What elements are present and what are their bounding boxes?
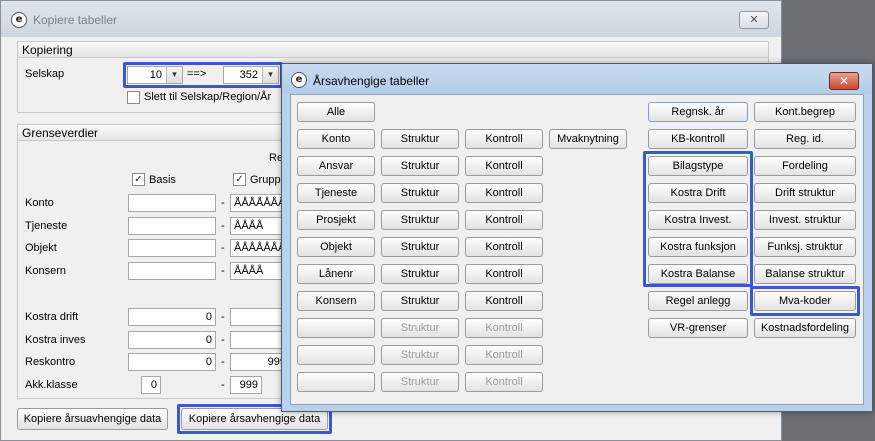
struktur-button-disabled[interactable]: Struktur xyxy=(381,372,459,392)
range-dash: - xyxy=(221,311,225,323)
alle-button[interactable]: Alle xyxy=(297,102,375,122)
slett-label: Slett til Selskap/Region/År xyxy=(144,91,272,103)
konto-struktur-button[interactable]: Struktur xyxy=(381,129,459,149)
reskontro-label: Reskontro xyxy=(25,356,76,368)
regnsk-ar-button[interactable]: Regnsk. år xyxy=(648,102,748,122)
dialog-title: Årsavhengige tabeller xyxy=(313,74,430,88)
window-close-button[interactable]: ✕ xyxy=(739,11,769,29)
funksj-struktur-button[interactable]: Funksj. struktur xyxy=(754,237,856,257)
app-logo-icon: e xyxy=(11,12,27,28)
invest-struktur-button[interactable]: Invest. struktur xyxy=(754,210,856,230)
tjeneste-struktur-button[interactable]: Struktur xyxy=(381,183,459,203)
konto-from-field[interactable] xyxy=(128,194,216,212)
drift-struktur-button[interactable]: Drift struktur xyxy=(754,183,856,203)
basis-label: Basis xyxy=(149,174,176,186)
akk-klasse-label: Akk.klasse xyxy=(25,379,78,391)
kostra-group-highlight xyxy=(643,151,753,287)
dialog-titlebar: e Årsavhengige tabeller ✕ xyxy=(282,64,872,94)
empty-button[interactable] xyxy=(297,318,375,338)
mvaknytning-button[interactable]: Mvaknytning xyxy=(549,129,627,149)
objekt-button[interactable]: Objekt xyxy=(297,237,375,257)
year-dependent-tables-dialog: e Årsavhengige tabeller ✕ Alle Konto Str… xyxy=(281,63,873,412)
basis-checkbox[interactable]: ✓ xyxy=(132,173,145,186)
objekt-struktur-button[interactable]: Struktur xyxy=(381,237,459,257)
empty-button[interactable] xyxy=(297,345,375,365)
kostra-inves-from-field[interactable]: 0 xyxy=(128,331,216,349)
prosjekt-struktur-button[interactable]: Struktur xyxy=(381,210,459,230)
kopiering-header: Kopiering xyxy=(17,41,769,58)
balanse-struktur-button[interactable]: Balanse struktur xyxy=(754,264,856,284)
lanenr-button[interactable]: Lånenr xyxy=(297,264,375,284)
company-selection-highlight xyxy=(123,62,283,88)
kontroll-button-disabled[interactable]: Kontroll xyxy=(465,318,543,338)
mva-koder-highlight xyxy=(750,286,860,316)
reg-id-button[interactable]: Reg. id. xyxy=(754,129,856,149)
prosjekt-button[interactable]: Prosjekt xyxy=(297,210,375,230)
objekt-kontroll-button[interactable]: Kontroll xyxy=(465,237,543,257)
tjeneste-label: Tjeneste xyxy=(25,220,68,232)
range-dash: - xyxy=(221,242,225,254)
kont-begrep-button[interactable]: Kont.begrep xyxy=(754,102,856,122)
range-dash: - xyxy=(221,379,225,391)
ansvar-button[interactable]: Ansvar xyxy=(297,156,375,176)
empty-button[interactable] xyxy=(297,372,375,392)
selskap-label: Selskap xyxy=(25,68,65,80)
akk-klasse-from-field[interactable]: 0 xyxy=(141,376,161,394)
fordeling-button[interactable]: Fordeling xyxy=(754,156,856,176)
range-dash: - xyxy=(221,356,225,368)
app-logo-icon: e xyxy=(291,72,307,88)
objekt-label: Objekt xyxy=(25,242,57,254)
dialog-close-button[interactable]: ✕ xyxy=(829,72,859,90)
gruppe-checkbox[interactable]: ✓ xyxy=(233,173,246,186)
dialog-body: Alle Konto Struktur Kontroll Mvaknytning… xyxy=(290,94,864,405)
objekt-from-field[interactable] xyxy=(128,239,216,257)
window-titlebar: e Kopiere tabeller ✕ xyxy=(1,1,781,37)
window-title: Kopiere tabeller xyxy=(33,13,118,27)
akk-klasse-to-field[interactable]: 999 xyxy=(230,376,262,394)
regel-anlegg-button[interactable]: Regel anlegg xyxy=(648,291,748,311)
struktur-button-disabled[interactable]: Struktur xyxy=(381,318,459,338)
kb-kontroll-button[interactable]: KB-kontroll xyxy=(648,129,748,149)
kontroll-button-disabled[interactable]: Kontroll xyxy=(465,345,543,365)
kostra-inves-label: Kostra inves xyxy=(25,334,86,346)
slett-checkbox[interactable] xyxy=(127,91,140,104)
reskontro-from-field[interactable]: 0 xyxy=(128,353,216,371)
tjeneste-from-field[interactable] xyxy=(128,217,216,235)
ansvar-kontroll-button[interactable]: Kontroll xyxy=(465,156,543,176)
konto-kontroll-button[interactable]: Kontroll xyxy=(465,129,543,149)
struktur-button-disabled[interactable]: Struktur xyxy=(381,345,459,365)
prosjekt-kontroll-button[interactable]: Kontroll xyxy=(465,210,543,230)
range-dash: - xyxy=(221,265,225,277)
konsern-from-field[interactable] xyxy=(128,262,216,280)
range-dash: - xyxy=(221,197,225,209)
konsern-button[interactable]: Konsern xyxy=(297,291,375,311)
konsern-label: Konsern xyxy=(25,265,66,277)
kostnadsfordeling-button[interactable]: Kostnadsfordeling xyxy=(754,318,856,338)
range-dash: - xyxy=(221,220,225,232)
copy-independent-data-button[interactable]: Kopiere årsuavhengige data xyxy=(17,408,168,430)
konto-label: Konto xyxy=(25,197,54,209)
lanenr-struktur-button[interactable]: Struktur xyxy=(381,264,459,284)
vr-grenser-button[interactable]: VR-grenser xyxy=(648,318,748,338)
kostra-drift-from-field[interactable]: 0 xyxy=(128,308,216,326)
tjeneste-button[interactable]: Tjeneste xyxy=(297,183,375,203)
konto-button[interactable]: Konto xyxy=(297,129,375,149)
lanenr-kontroll-button[interactable]: Kontroll xyxy=(465,264,543,284)
ansvar-struktur-button[interactable]: Struktur xyxy=(381,156,459,176)
range-dash: - xyxy=(221,334,225,346)
konsern-kontroll-button[interactable]: Kontroll xyxy=(465,291,543,311)
kostra-drift-label: Kostra drift xyxy=(25,311,79,323)
konsern-struktur-button[interactable]: Struktur xyxy=(381,291,459,311)
kontroll-button-disabled[interactable]: Kontroll xyxy=(465,372,543,392)
tjeneste-kontroll-button[interactable]: Kontroll xyxy=(465,183,543,203)
